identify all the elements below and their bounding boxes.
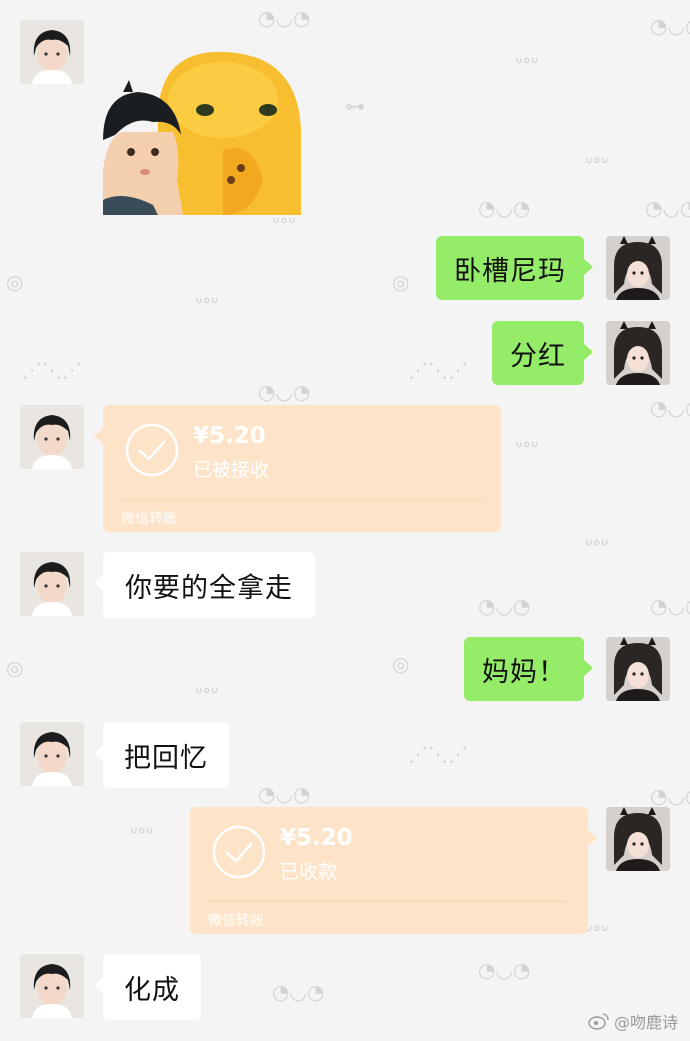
chat-bubble-received[interactable]: 把回忆 xyxy=(94,722,229,788)
chat-bubble-received[interactable]: 化成 xyxy=(94,954,201,1020)
cat-doodle-icon: ᐡᐤᐡ xyxy=(130,822,154,846)
cat-doodle-icon: ᐡᐤᐡ xyxy=(585,534,609,558)
stars-doodle-icon: ⋰⋱⋰ xyxy=(408,358,468,382)
transfer-divider xyxy=(121,499,483,500)
transfer-footer: 微信转账 xyxy=(121,511,177,527)
dog-doodle-icon: ◔◡◔ xyxy=(272,980,325,1004)
contact-avatar[interactable] xyxy=(20,722,84,786)
dog-doodle-icon: ◔◡◔ xyxy=(258,782,311,806)
dog-doodle-icon: ◔◡◔ xyxy=(645,196,690,220)
chat-bubble-received[interactable]: 你要的全拿走 xyxy=(94,552,315,618)
stars-doodle-icon: ⋰⋱⋰ xyxy=(408,742,468,766)
coin-doodle-icon: ◎ xyxy=(6,270,24,294)
dog-doodle-icon: ◔◡◔ xyxy=(650,396,690,420)
contact-avatar[interactable] xyxy=(20,405,84,469)
cat-doodle-icon: ᐡᐤᐡ xyxy=(195,292,219,316)
transfer-footer: 微信转账 xyxy=(208,913,264,929)
weibo-icon xyxy=(588,1013,609,1030)
coin-doodle-icon: ◎ xyxy=(392,270,410,294)
dog-doodle-icon: ◔◡◔ xyxy=(478,594,531,618)
chat-bubble-sent[interactable]: 分红 xyxy=(492,321,593,385)
user-avatar[interactable] xyxy=(606,807,670,871)
dog-doodle-icon: ◔◡◔ xyxy=(650,14,690,38)
cat-doodle-icon: ᐡᐤᐡ xyxy=(195,682,219,706)
check-circle-icon xyxy=(125,423,179,477)
coin-doodle-icon: ◎ xyxy=(392,652,410,676)
dog-doodle-icon: ◔◡◔ xyxy=(478,196,531,220)
coin-doodle-icon: ◎ xyxy=(6,656,24,680)
cat-doodle-icon: ᐡᐤᐡ xyxy=(272,212,296,236)
chat-bubble-sent[interactable]: 妈妈！ xyxy=(464,637,593,701)
contact-avatar[interactable] xyxy=(20,552,84,616)
watermark: @吻鹿诗 xyxy=(588,1009,678,1033)
sticker-image[interactable] xyxy=(103,40,303,215)
chat-bubble-sent[interactable]: 卧槽尼玛 xyxy=(436,236,593,300)
contact-avatar[interactable] xyxy=(20,954,84,1018)
user-avatar[interactable] xyxy=(606,637,670,701)
stars-doodle-icon: ⋰⋱⋰ xyxy=(22,358,82,382)
transfer-amount: ¥5.20 xyxy=(280,825,353,851)
cat-doodle-icon: ᐡᐤᐡ xyxy=(585,152,609,176)
transfer-status: 已被接收 xyxy=(193,459,270,481)
check-circle-icon xyxy=(212,825,266,879)
transfer-divider xyxy=(208,901,570,902)
cat-doodle-icon: ᐡᐤᐡ xyxy=(515,436,539,460)
bone-doodle-icon: ⊶ xyxy=(345,94,365,118)
transfer-amount: ¥5.20 xyxy=(193,423,266,449)
dog-doodle-icon: ◔◡◔ xyxy=(650,784,690,808)
transfer-card[interactable]: ¥5.20 已收款 微信转账 xyxy=(190,807,597,934)
dog-doodle-icon: ◔◡◔ xyxy=(258,6,311,30)
user-avatar[interactable] xyxy=(606,321,670,385)
contact-avatar[interactable] xyxy=(20,20,84,84)
user-avatar[interactable] xyxy=(606,236,670,300)
dog-doodle-icon: ◔◡◔ xyxy=(478,958,531,982)
dog-doodle-icon: ◔◡◔ xyxy=(258,380,311,404)
sticker-illustration xyxy=(103,51,301,215)
transfer-status: 已收款 xyxy=(280,861,338,883)
cat-doodle-icon: ᐡᐤᐡ xyxy=(585,920,609,944)
watermark-text: @吻鹿诗 xyxy=(613,1013,678,1032)
transfer-card[interactable]: ¥5.20 已被接收 微信转账 xyxy=(94,405,501,532)
cat-doodle-icon: ᐡᐤᐡ xyxy=(515,52,539,76)
dog-doodle-icon: ◔◡◔ xyxy=(650,594,690,618)
